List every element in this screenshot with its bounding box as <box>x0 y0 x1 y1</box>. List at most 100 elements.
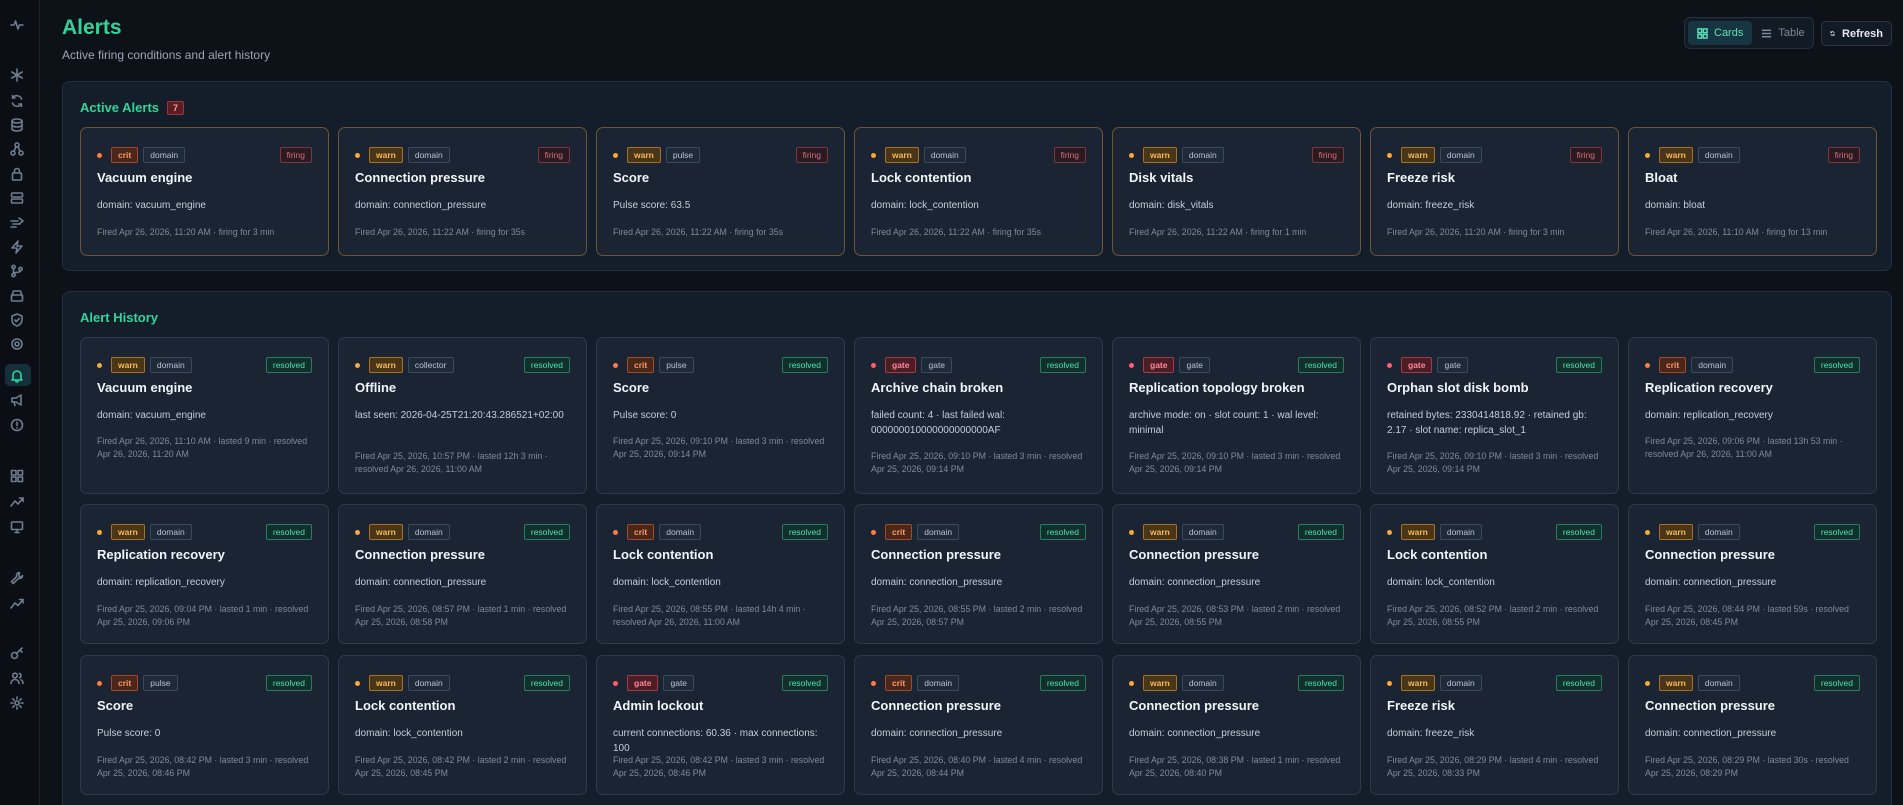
table-view-button[interactable]: Table <box>1752 21 1813 45</box>
active-alert-card[interactable]: warn domain firing Lock contention domain: l… <box>854 127 1103 256</box>
history-alert-card[interactable]: warn domain resolved Connection pressure dom… <box>1112 655 1361 795</box>
lightning-icon[interactable] <box>10 240 24 254</box>
drive-icon[interactable] <box>10 289 24 303</box>
alert-detail: domain: connection_pressure <box>1645 728 1777 739</box>
list-icon <box>1762 29 1772 37</box>
trend-up-icon[interactable] <box>10 596 24 610</box>
alert-detail: domain: connection_pressure <box>355 577 487 588</box>
alert-timestamp: Fired Apr 25, 2026, 09:10 PM · lasted 3 … <box>613 436 825 459</box>
active-alerts-count-badge: 7 <box>167 100 185 115</box>
history-alert-card[interactable]: crit domain resolved Replication recovery do… <box>1628 337 1877 494</box>
shield-icon[interactable] <box>10 313 24 327</box>
refresh-icon <box>1830 31 1835 36</box>
alert-title: Bloat <box>1645 170 1678 185</box>
status-badge: resolved <box>781 675 828 691</box>
history-alert-card[interactable]: warn domain resolved Connection pressure dom… <box>1112 504 1361 644</box>
card-badges: warn domain <box>1129 524 1224 540</box>
alert-title: Orphan slot disk bomb <box>1387 380 1529 395</box>
card-badges: gate gate <box>871 357 953 373</box>
card-badges: crit pulse <box>97 675 178 691</box>
status-badge: resolved <box>781 357 828 373</box>
history-alert-card[interactable]: warn domain resolved Vacuum engine domain: v… <box>80 337 329 494</box>
status-badge: resolved <box>1297 357 1344 373</box>
category-badge: domain <box>1181 675 1224 691</box>
severity-dot <box>97 529 102 535</box>
history-alert-card[interactable]: warn domain resolved Connection pressure dom… <box>338 504 587 644</box>
severity-badge: warn <box>1659 147 1693 163</box>
active-alert-card[interactable]: warn domain firing Disk vitals domain: disk_… <box>1112 127 1361 256</box>
card-badges: gate gate <box>1129 357 1211 373</box>
history-alert-card[interactable]: gate gate resolved Replication topology bro… <box>1112 337 1361 494</box>
alert-detail: Pulse score: 0 <box>613 410 677 421</box>
category-badge: domain <box>1439 147 1482 163</box>
alert-detail: domain: connection_pressure <box>871 728 1003 739</box>
database-icon[interactable] <box>10 118 24 132</box>
severity-dot <box>871 362 876 368</box>
history-alert-card[interactable]: warn domain resolved Freeze risk domain: fre… <box>1370 655 1619 795</box>
history-alert-card[interactable]: warn domain resolved Connection pressure dom… <box>1628 655 1877 795</box>
refresh-button[interactable]: Refresh <box>1821 21 1892 46</box>
megaphone-icon[interactable] <box>10 393 24 407</box>
card-badges: warn domain <box>1645 675 1740 691</box>
status-badge: resolved <box>1555 357 1602 373</box>
history-alert-card[interactable]: warn domain resolved Lock contention domain:… <box>1370 504 1619 644</box>
refresh-cycle-icon[interactable] <box>10 94 24 108</box>
history-alert-card[interactable]: warn domain resolved Lock contention domain:… <box>338 655 587 795</box>
server-icon[interactable] <box>10 191 24 205</box>
monitor-icon[interactable] <box>10 520 24 534</box>
wrench-icon[interactable] <box>10 571 24 585</box>
history-alert-card[interactable]: crit domain resolved Connection pressure dom… <box>854 655 1103 795</box>
settings-icon[interactable] <box>10 696 24 710</box>
active-alert-card[interactable]: warn pulse firing Score Pulse score: 63.5 Fir… <box>596 127 845 256</box>
pulse-icon[interactable] <box>10 17 24 31</box>
severity-badge: warn <box>1143 147 1177 163</box>
card-badges: warn pulse <box>613 147 701 163</box>
trend-icon[interactable] <box>10 495 24 509</box>
network-icon[interactable] <box>10 142 24 156</box>
gear-icon[interactable] <box>10 337 24 351</box>
severity-dot <box>1129 529 1134 535</box>
cards-view-button[interactable]: Cards <box>1688 21 1753 45</box>
active-alert-card[interactable]: warn domain firing Bloat domain: bloat Fired … <box>1628 127 1877 256</box>
history-alert-card[interactable]: gate gate resolved Orphan slot disk bomb ret… <box>1370 337 1619 494</box>
category-badge: gate <box>921 357 953 373</box>
page-subtitle: Active firing conditions and alert histo… <box>62 48 271 62</box>
users-icon[interactable] <box>10 671 24 685</box>
history-alert-card[interactable]: crit domain resolved Lock contention domain:… <box>596 504 845 644</box>
snowflake-icon[interactable] <box>10 68 24 82</box>
category-badge: domain <box>407 675 450 691</box>
alert-timestamp: Fired Apr 25, 2026, 08:42 PM · lasted 3 … <box>613 755 825 778</box>
alert-history-heading: Alert History <box>80 310 158 325</box>
grid-icon[interactable] <box>10 469 24 483</box>
lock-icon[interactable] <box>10 167 24 181</box>
history-alert-card[interactable]: gate gate resolved Archive chain broken fail… <box>854 337 1103 494</box>
card-badges: warn domain <box>355 147 450 163</box>
alert-circle-icon[interactable] <box>10 418 24 432</box>
alert-detail: domain: connection_pressure <box>355 200 487 211</box>
category-badge: domain <box>1439 524 1482 540</box>
history-alert-card[interactable]: crit pulse resolved Score Pulse score: 0 Fire… <box>596 337 845 494</box>
active-alert-card[interactable]: warn domain firing Connection pressure domai… <box>338 127 587 256</box>
history-alert-card[interactable]: crit domain resolved Connection pressure dom… <box>854 504 1103 644</box>
history-alert-card[interactable]: crit pulse resolved Score Pulse score: 0 Fire… <box>80 655 329 795</box>
history-alert-card[interactable]: warn domain resolved Connection pressure dom… <box>1628 504 1877 644</box>
severity-badge: gate <box>1143 357 1175 373</box>
severity-badge: warn <box>1143 675 1177 691</box>
severity-badge: warn <box>1401 675 1435 691</box>
alert-title: Freeze risk <box>1387 698 1455 713</box>
git-branch-icon[interactable] <box>10 264 24 278</box>
alert-detail: domain: bloat <box>1645 200 1706 211</box>
history-alert-card[interactable]: gate gate resolved Admin lockout current con… <box>596 655 845 795</box>
alert-title: Score <box>613 380 650 395</box>
speed-icon[interactable] <box>10 216 24 230</box>
alert-detail: Pulse score: 63.5 <box>613 200 691 211</box>
active-alert-card[interactable]: warn domain firing Freeze risk domain: freez… <box>1370 127 1619 256</box>
alert-timestamp: Fired Apr 26, 2026, 11:10 AM · lasted 9 … <box>97 436 308 459</box>
alert-detail: domain: lock_contention <box>871 200 979 211</box>
key-icon[interactable] <box>10 646 24 660</box>
history-alert-card[interactable]: warn domain resolved Replication recovery do… <box>80 504 329 644</box>
active-alert-card[interactable]: crit domain firing Vacuum engine domain: vac… <box>80 127 329 256</box>
status-badge: firing <box>1569 147 1602 163</box>
bell-icon[interactable] <box>10 369 24 383</box>
history-alert-card[interactable]: warn collector resolved Offline last seen: 2… <box>338 337 587 494</box>
